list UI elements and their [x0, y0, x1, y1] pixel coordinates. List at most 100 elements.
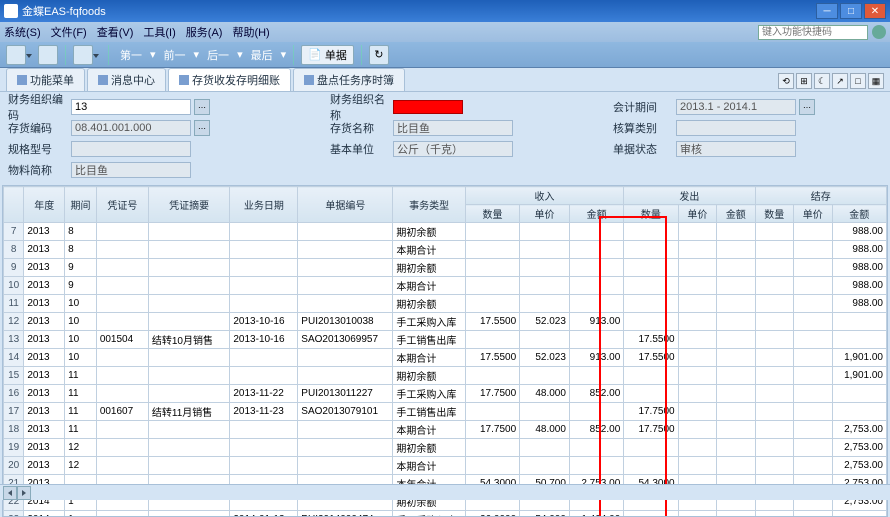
cell[interactable]: [298, 439, 393, 457]
table-row[interactable]: 162013112013-11-22PUI2013011227手工采购入库17.…: [4, 385, 887, 403]
data-grid[interactable]: 年度期间凭证号凭证摘要业务日期单据编号事务类型收入发出结存数量单价金额数量单价金…: [2, 185, 888, 517]
field-input[interactable]: [393, 141, 513, 157]
col-header[interactable]: 单价: [678, 205, 716, 223]
table-row[interactable]: 122013102013-10-16PUI2013010038手工采购入库17.…: [4, 313, 887, 331]
cell[interactable]: 852.00: [569, 421, 623, 439]
cell[interactable]: [832, 331, 886, 349]
cell[interactable]: [96, 295, 148, 313]
cell[interactable]: [465, 403, 519, 421]
cell[interactable]: [755, 259, 793, 277]
cell[interactable]: SAO2013079101: [298, 403, 393, 421]
cell[interactable]: 2013: [24, 385, 65, 403]
cell[interactable]: [624, 457, 678, 475]
tool-refresh-icon[interactable]: ↻: [369, 45, 389, 65]
col-header[interactable]: 金额: [832, 205, 886, 223]
tabtool-arrow-icon[interactable]: ↗: [832, 73, 848, 89]
table-row[interactable]: 820138本期合计988.00: [4, 241, 887, 259]
cell[interactable]: 001504: [96, 331, 148, 349]
cell[interactable]: [96, 313, 148, 331]
cell[interactable]: [624, 223, 678, 241]
cell[interactable]: [678, 511, 716, 517]
cell[interactable]: 手工采购入库: [393, 385, 465, 403]
table-row[interactable]: 14201310本期合计17.550052.023913.0017.55001,…: [4, 349, 887, 367]
cell[interactable]: [624, 295, 678, 313]
cell[interactable]: [794, 511, 832, 517]
table-row[interactable]: 720138期初余额988.00: [4, 223, 887, 241]
cell[interactable]: [717, 349, 755, 367]
cell[interactable]: [678, 349, 716, 367]
cell[interactable]: 913.00: [569, 313, 623, 331]
cell[interactable]: 2013: [24, 457, 65, 475]
cell[interactable]: 2013: [24, 367, 65, 385]
cell[interactable]: [96, 241, 148, 259]
cell[interactable]: 结转11月销售: [148, 403, 230, 421]
cell[interactable]: [465, 367, 519, 385]
cell[interactable]: [520, 223, 570, 241]
cell[interactable]: 2013: [24, 331, 65, 349]
col-header[interactable]: [4, 187, 24, 223]
menu-item[interactable]: 查看(V): [97, 27, 134, 39]
cell[interactable]: [717, 241, 755, 259]
cell[interactable]: [832, 403, 886, 421]
table-row[interactable]: 920139期初余额988.00: [4, 259, 887, 277]
cell[interactable]: 17.7500: [465, 421, 519, 439]
cell[interactable]: [148, 511, 230, 517]
cell[interactable]: 1,901.00: [832, 349, 886, 367]
cell[interactable]: [624, 367, 678, 385]
cell[interactable]: [832, 511, 886, 517]
cell[interactable]: [569, 241, 623, 259]
col-header[interactable]: 期间: [65, 187, 97, 223]
cell[interactable]: [465, 241, 519, 259]
cell[interactable]: 1: [65, 511, 97, 517]
col-group-header[interactable]: 结存: [755, 187, 886, 205]
col-header[interactable]: 年度: [24, 187, 65, 223]
cell[interactable]: [755, 349, 793, 367]
cell[interactable]: [520, 439, 570, 457]
cell[interactable]: 11: [65, 421, 97, 439]
cell[interactable]: [717, 439, 755, 457]
cell[interactable]: [794, 331, 832, 349]
cell[interactable]: [794, 403, 832, 421]
cell[interactable]: [148, 223, 230, 241]
tabtool-restore-icon[interactable]: ⟲: [778, 73, 794, 89]
col-header[interactable]: 金额: [569, 205, 623, 223]
cell[interactable]: 10: [65, 295, 97, 313]
cell[interactable]: [465, 331, 519, 349]
cell[interactable]: [717, 367, 755, 385]
cell[interactable]: [755, 439, 793, 457]
quickcode-input[interactable]: [758, 25, 868, 40]
cell[interactable]: 2013: [24, 295, 65, 313]
cell[interactable]: [678, 403, 716, 421]
cell[interactable]: [678, 277, 716, 295]
cell[interactable]: [794, 259, 832, 277]
cell[interactable]: [298, 349, 393, 367]
cell[interactable]: [148, 439, 230, 457]
cell[interactable]: 2013: [24, 259, 65, 277]
cell[interactable]: 手工采购入库: [393, 511, 465, 517]
cell[interactable]: SAO2013069957: [298, 331, 393, 349]
cell[interactable]: [624, 241, 678, 259]
cell[interactable]: [794, 241, 832, 259]
cell[interactable]: 手工采购入库: [393, 313, 465, 331]
cell[interactable]: [794, 223, 832, 241]
cell[interactable]: [678, 385, 716, 403]
cell[interactable]: [230, 349, 298, 367]
cell[interactable]: 2013-10-16: [230, 331, 298, 349]
cell[interactable]: [96, 457, 148, 475]
cell[interactable]: 本期合计: [393, 349, 465, 367]
cell[interactable]: 26.0000: [465, 511, 519, 517]
cell[interactable]: [678, 223, 716, 241]
col-header[interactable]: 单价: [520, 205, 570, 223]
cell[interactable]: [465, 259, 519, 277]
cell[interactable]: 988.00: [832, 277, 886, 295]
cell[interactable]: [755, 385, 793, 403]
menu-item[interactable]: 帮助(H): [232, 27, 269, 39]
cell[interactable]: [298, 367, 393, 385]
nav-prev[interactable]: 前一: [164, 47, 186, 63]
cell[interactable]: 2013: [24, 277, 65, 295]
cell[interactable]: 2,753.00: [832, 439, 886, 457]
cell[interactable]: [148, 259, 230, 277]
col-group-header[interactable]: 发出: [624, 187, 755, 205]
cell[interactable]: [148, 421, 230, 439]
cell[interactable]: [465, 223, 519, 241]
